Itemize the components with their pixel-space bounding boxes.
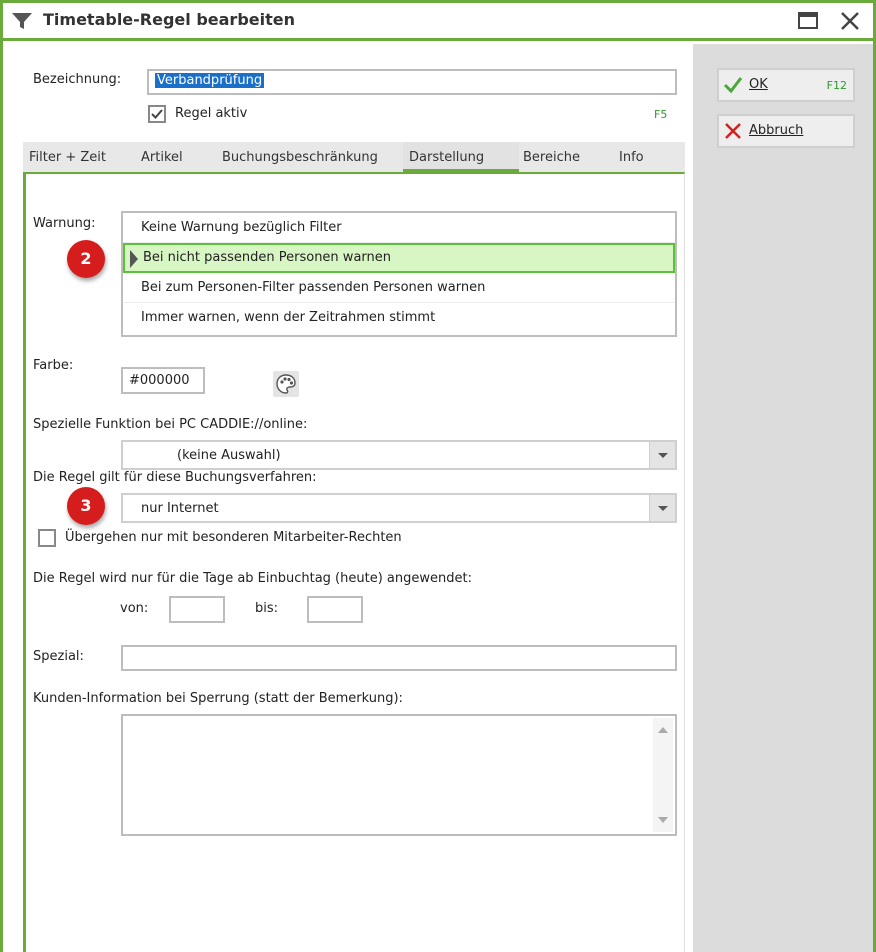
spezielle-funktion-label: Spezielle Funktion bei PC CADDIE://onlin… [33,417,308,432]
spezial-label: Spezial: [33,649,84,664]
chevron-down-icon [658,506,668,511]
filter-icon [12,13,32,29]
maximize-icon[interactable] [797,11,819,31]
warnung-label: Warnung: [33,216,96,231]
scrollbar[interactable] [653,718,673,832]
scroll-up-icon[interactable] [653,720,673,740]
tage-label: Die Regel wird nur für die Tage ab Einbu… [33,571,472,586]
von-input[interactable] [169,596,225,623]
tab-buchungsbeschraenkung[interactable]: Buchungsbeschränkung [222,150,378,165]
tab-darstellung[interactable]: Darstellung [409,150,484,165]
regel-aktiv-label: Regel aktiv [175,106,248,121]
dropdown-button[interactable] [649,495,675,521]
buchungsverfahren-value: nur Internet [141,501,219,516]
main-content: Bezeichnung: Verbandprüfung Regel aktiv … [3,44,693,952]
list-item[interactable]: Keine Warnung bezüglich Filter [123,213,675,243]
von-label: von: [120,601,149,616]
buchungsverfahren-label: Die Regel gilt für diese Buchungsverfahr… [33,470,317,485]
step-badge-3: 3 [67,487,105,525]
list-item-selected[interactable]: Bei nicht passenden Personen warnen [123,243,675,273]
kunden-info-textarea[interactable] [121,714,677,836]
buchungsverfahren-select[interactable]: nur Internet [121,493,677,523]
tab-info[interactable]: Info [619,150,644,165]
tab-filter-zeit[interactable]: Filter + Zeit [29,150,106,165]
window-title: Timetable-Regel bearbeiten [43,10,295,29]
farbe-input[interactable]: #000000 [121,367,205,394]
uebergehen-label: Übergehen nur mit besonderen Mitarbeiter… [65,530,402,545]
ok-label: OK [749,77,768,92]
bis-label: bis: [255,601,279,616]
ok-button[interactable]: OK F12 [717,68,855,102]
abbruch-label: Abbruch [749,123,804,138]
scroll-down-icon[interactable] [653,810,673,830]
checkmark-icon [723,77,743,94]
tab-artikel[interactable]: Artikel [141,150,183,165]
title-bar: Timetable-Regel bearbeiten [3,3,873,41]
close-icon[interactable] [839,10,861,32]
step-badge-2: 2 [67,240,105,278]
bezeichnung-label: Bezeichnung: [33,72,122,87]
list-item[interactable]: Immer warnen, wenn der Zeitrahmen stimmt [123,303,675,333]
spezielle-funktion-value: (keine Auswahl) [177,448,281,463]
bezeichnung-value: Verbandprüfung [155,73,265,88]
button-panel [693,44,873,952]
regel-aktiv-checkbox[interactable] [148,105,166,123]
bezeichnung-input[interactable]: Verbandprüfung [147,69,677,95]
farbe-label: Farbe: [33,358,74,373]
list-item[interactable]: Bei zum Personen-Filter passenden Person… [123,273,675,303]
color-palette-button[interactable] [273,371,299,397]
tab-bar: Filter + Zeit Artikel Buchungsbeschränku… [23,142,685,172]
spezial-input[interactable] [121,645,677,671]
chevron-down-icon [658,453,668,458]
spezielle-funktion-select[interactable]: (keine Auswahl) [121,440,677,470]
palette-icon [276,374,296,394]
cross-icon [725,123,741,139]
selection-arrow-icon [130,250,138,268]
tab-bereiche[interactable]: Bereiche [523,150,580,165]
kunden-info-label: Kunden-Information bei Sperrung (statt d… [33,691,403,706]
abbruch-button[interactable]: Abbruch [717,114,855,148]
dialog-window: Timetable-Regel bearbeiten Bezeichnung: … [0,0,876,952]
f5-hint: F5 [654,108,668,121]
list-item-label: Bei nicht passenden Personen warnen [143,250,391,265]
dropdown-button[interactable] [649,442,675,468]
warnung-listbox[interactable]: Keine Warnung bezüglich Filter Bei nicht… [121,211,677,337]
bis-input[interactable] [307,596,363,623]
ok-shortcut: F12 [826,79,847,92]
uebergehen-checkbox[interactable] [38,529,56,547]
checkmark-icon [151,109,163,119]
